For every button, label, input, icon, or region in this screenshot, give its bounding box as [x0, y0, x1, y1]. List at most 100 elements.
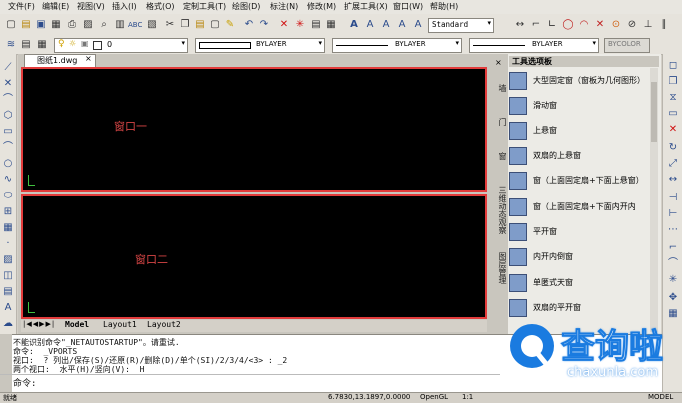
redo-icon[interactable]: ↷ [258, 19, 270, 31]
save-icon[interactable]: ▣ [35, 19, 47, 31]
polygon-icon[interactable]: ⬡ [2, 110, 14, 122]
move-icon[interactable]: ✥ [667, 292, 679, 304]
parallel-icon[interactable]: ∥ [658, 19, 670, 31]
extend-icon[interactable]: ⊢ [667, 208, 679, 220]
lineweight-select[interactable]: BYLAYER ▾ [469, 38, 599, 53]
menu-help[interactable]: 帮助(H) [430, 1, 458, 12]
arc-draw-icon[interactable]: ⌒ [2, 142, 14, 154]
layer-select[interactable]: ♀ ☼ ▣ 0 ▾ [54, 38, 188, 53]
tab-layout2[interactable]: Layout2 [147, 320, 181, 329]
spellcheck-icon[interactable]: ABC [128, 19, 142, 31]
palette-close-icon[interactable]: × [495, 58, 502, 67]
make-block-icon[interactable]: ▦ [2, 222, 14, 234]
open-icon[interactable]: ▤ [20, 19, 32, 31]
text-icon[interactable]: A [348, 19, 360, 31]
rotate-icon[interactable]: ↻ [667, 142, 679, 154]
copy-tool-icon[interactable]: ❐ [667, 76, 679, 88]
saveall-icon[interactable]: ▦ [50, 19, 62, 31]
document-tab[interactable]: 图纸1.dwg × [24, 54, 96, 67]
spline-icon[interactable]: ∿ [2, 174, 14, 186]
designcenter-icon[interactable]: ▦ [325, 19, 337, 31]
menu-format[interactable]: 格式(O) [146, 1, 175, 12]
fillet-icon[interactable]: ⌒ [667, 258, 679, 270]
palette-tab-layer[interactable]: 图层管理 [494, 252, 508, 284]
explode-icon[interactable]: ✳ [667, 274, 679, 286]
palette-item[interactable]: 窗（上面固定扇+下面内开内 [509, 196, 649, 218]
rectangle-icon[interactable]: ▭ [2, 126, 14, 138]
menu-insert[interactable]: 插入(I) [112, 1, 137, 12]
palette-tab-door[interactable]: 门 [494, 118, 508, 126]
layer-state-icon[interactable]: ▦ [36, 39, 48, 51]
menu-modify[interactable]: 修改(M) [307, 1, 336, 12]
viewport-top[interactable]: 窗口一 [21, 67, 487, 192]
publish-icon[interactable]: ▥ [114, 19, 126, 31]
cut-icon[interactable]: ✂ [164, 19, 176, 31]
arc-icon[interactable]: ◠ [578, 19, 590, 31]
plot-icon[interactable]: ▨ [82, 19, 94, 31]
palette-item[interactable]: 平开窗 [509, 221, 649, 243]
scrollbar-thumb[interactable] [651, 82, 657, 142]
palette-item[interactable]: 内开内倒窗 [509, 246, 649, 268]
palette-item[interactable]: 窗（上面固定扇+下面上悬窗） [509, 170, 649, 192]
menu-draw[interactable]: 绘图(D) [232, 1, 260, 12]
stretch-icon[interactable]: ↔ [667, 174, 679, 186]
line-icon[interactable]: ⟋ [2, 62, 14, 74]
palette-item[interactable]: 双扇的平开窗 [509, 297, 649, 319]
erase-tool-icon[interactable]: ◻ [667, 60, 679, 72]
viewport-bottom[interactable]: 窗口二 [21, 194, 487, 319]
palette-tab-window[interactable]: 窗 [494, 152, 508, 160]
preview-icon[interactable]: ⌕ [98, 19, 110, 31]
burst-icon[interactable]: ✳ [294, 19, 306, 31]
print-icon[interactable]: ⎙ [66, 19, 78, 31]
menu-edit[interactable]: 编辑(E) [42, 1, 69, 12]
revcloud-icon[interactable]: ☁ [2, 318, 14, 330]
menu-custom-tools[interactable]: 定制工具(T) [183, 1, 226, 12]
textstyle-icon[interactable]: A [380, 19, 392, 31]
menu-file[interactable]: 文件(F) [8, 1, 35, 12]
opengl-indicator[interactable]: OpenGL [420, 393, 448, 401]
region-icon[interactable]: ◫ [2, 270, 14, 282]
dim-aligned-icon[interactable]: ⌐ [530, 19, 542, 31]
layer-manager-icon[interactable]: ≋ [5, 39, 17, 51]
command-grip[interactable] [0, 334, 12, 392]
menu-dimension[interactable]: 标注(N) [270, 1, 298, 12]
perp-icon[interactable]: ⊥ [642, 19, 654, 31]
chamfer-icon[interactable]: ⌐ [667, 242, 679, 254]
textfit-icon[interactable]: A [412, 19, 424, 31]
ellipse-icon[interactable]: ⬭ [2, 190, 14, 202]
match-icon[interactable]: ▧ [146, 19, 158, 31]
palette-item[interactable]: 滑动窗 [509, 95, 649, 117]
mirror-icon[interactable]: ⧖ [667, 92, 679, 104]
palette-item[interactable]: 大型固定窗（窗板为几何图形） [509, 70, 649, 92]
close-icon[interactable]: × [85, 54, 92, 63]
polyline-icon[interactable]: ⌒ [2, 94, 14, 106]
palette-tab-3dorbit[interactable]: 三维动态观察 [494, 186, 508, 234]
trim-icon[interactable]: ⊣ [667, 192, 679, 204]
matchprop-icon[interactable]: ✎ [224, 19, 236, 31]
delete-icon[interactable]: ✕ [667, 124, 679, 136]
circle-draw-icon[interactable]: ○ [2, 158, 14, 170]
color-select[interactable]: BYLAYER ▾ [195, 38, 325, 53]
dim-linear-icon[interactable]: ↔ [514, 19, 526, 31]
plotstyle-select[interactable]: BYCOLOR [604, 38, 650, 53]
undo-icon[interactable]: ↶ [243, 19, 255, 31]
table-icon[interactable]: ▤ [2, 286, 14, 298]
layer-prev-icon[interactable]: ▤ [20, 39, 32, 51]
dim-angular-icon[interactable]: ∟ [546, 19, 558, 31]
hatch-icon[interactable]: ▨ [2, 254, 14, 266]
tab-model[interactable]: Model [65, 320, 89, 329]
palette-item[interactable]: 单匿式天窗 [509, 272, 649, 294]
palette-item[interactable]: 双扇的上悬窗 [509, 145, 649, 167]
model-space[interactable]: MODEL [648, 393, 673, 401]
erase-icon[interactable]: ✕ [278, 19, 290, 31]
copy-icon[interactable]: ❐ [179, 19, 191, 31]
text-style-select[interactable]: Standard ▾ [428, 18, 494, 33]
point-icon[interactable]: · [2, 238, 14, 250]
mtext-icon[interactable]: A [364, 19, 376, 31]
menu-extend-tools[interactable]: 扩展工具(X) [344, 1, 388, 12]
offset-icon[interactable]: ▭ [667, 108, 679, 120]
paste-icon[interactable]: ▤ [194, 19, 206, 31]
intersect-icon[interactable]: ✕ [594, 19, 606, 31]
tab-nav-arrows-icon[interactable]: |◀◀▶▶| [23, 320, 55, 328]
tab-layout1[interactable]: Layout1 [103, 320, 137, 329]
